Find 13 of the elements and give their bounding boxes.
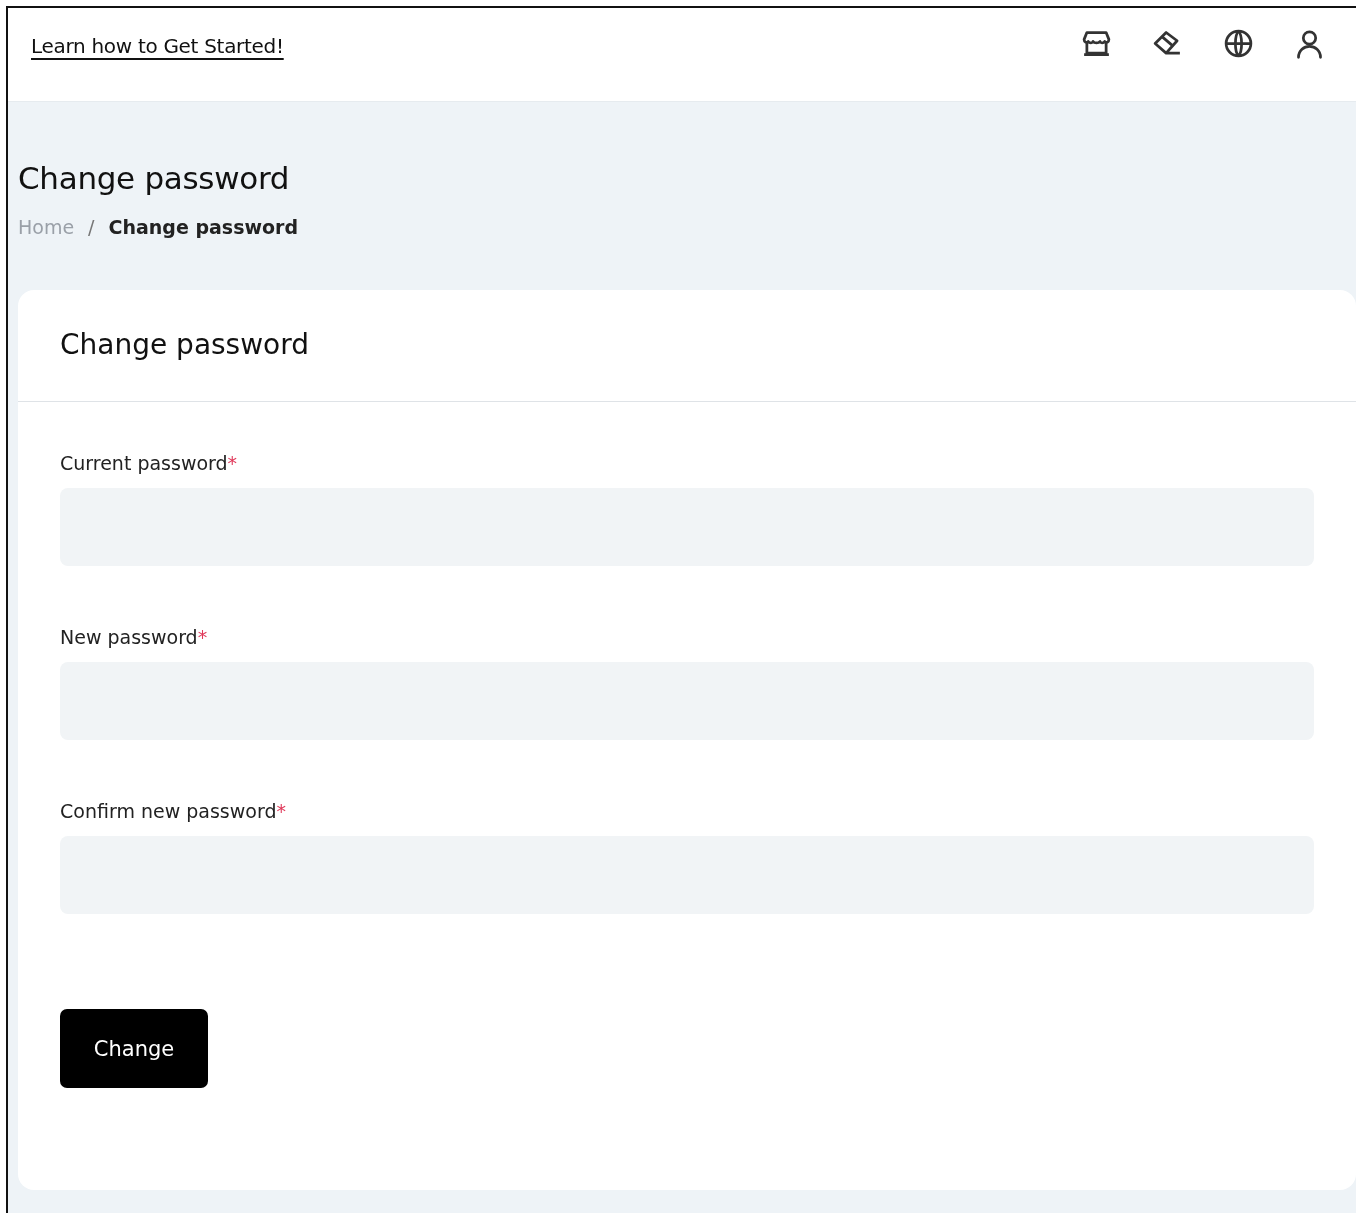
card-title: Change password <box>18 290 1356 402</box>
change-button[interactable]: Change <box>60 1009 208 1088</box>
get-started-link[interactable]: Learn how to Get Started! <box>31 33 284 58</box>
page-title: Change password <box>18 160 291 196</box>
globe-icon[interactable] <box>1222 27 1255 60</box>
field-label: Confirm new password <box>60 800 277 822</box>
breadcrumb-separator: / <box>88 216 95 238</box>
field-label: New password <box>60 626 198 648</box>
field-label: Current password <box>60 452 228 474</box>
required-mark: * <box>197 626 208 648</box>
required-mark: * <box>227 452 238 474</box>
breadcrumb-link[interactable]: Change password <box>108 216 299 238</box>
required-mark: * <box>276 800 286 822</box>
